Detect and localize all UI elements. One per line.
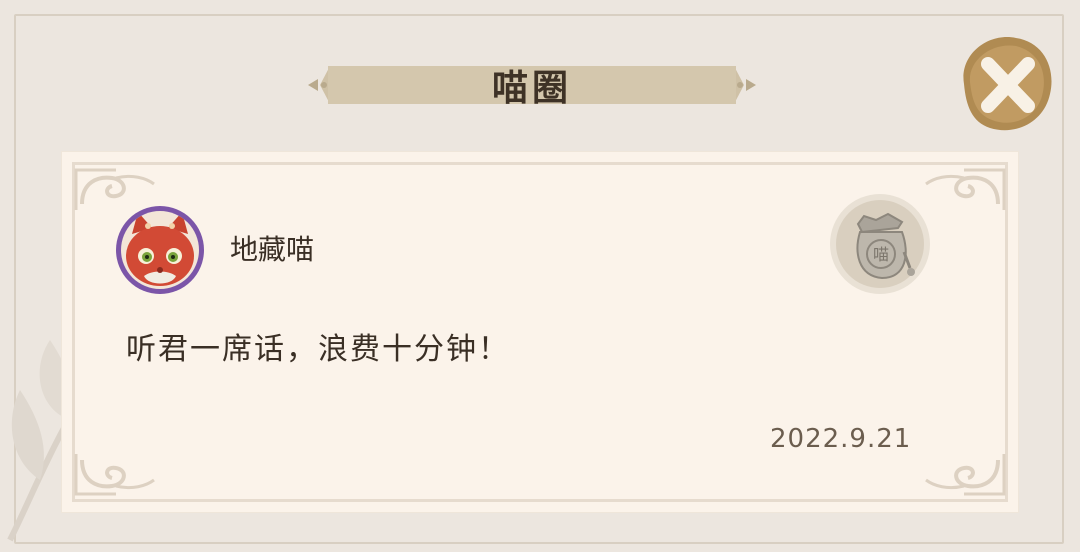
page-title: 喵圈 bbox=[491, 68, 572, 109]
badge[interactable]: 喵 bbox=[828, 192, 932, 296]
coin-pouch-icon: 喵 bbox=[830, 194, 930, 294]
avatar[interactable] bbox=[114, 204, 206, 296]
corner-ornament bbox=[925, 168, 1006, 210]
corner-ornament bbox=[925, 454, 1006, 496]
username: 地藏喵 bbox=[230, 233, 315, 266]
red-cat-avatar-icon bbox=[116, 206, 204, 294]
post-date: 2022.9.21 bbox=[770, 424, 912, 454]
corner-ornament bbox=[74, 454, 155, 496]
close-button[interactable] bbox=[944, 24, 1064, 144]
post-message: 听君一席话，浪费十分钟！ bbox=[126, 332, 510, 367]
title-banner: 喵圈 bbox=[306, 52, 758, 118]
post-card: 地藏喵 听君一席话，浪费十分钟！ 2022.9.21 喵 bbox=[62, 152, 1018, 512]
badge-glyph: 喵 bbox=[873, 245, 889, 264]
close-icon bbox=[963, 37, 1052, 131]
